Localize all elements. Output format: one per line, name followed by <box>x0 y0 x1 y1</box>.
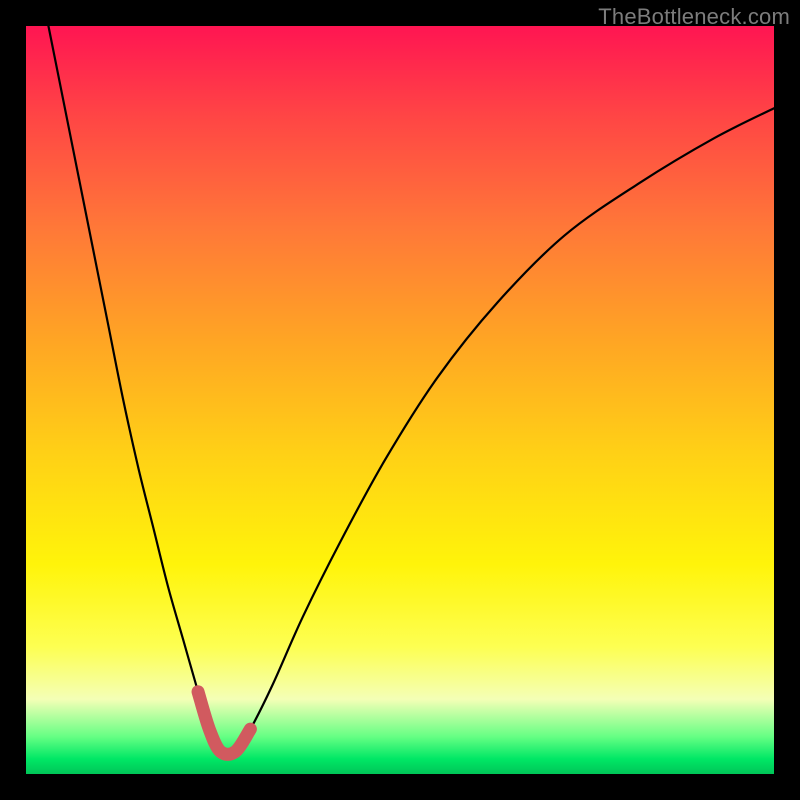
bottleneck-minimum-highlight <box>198 692 250 755</box>
bottleneck-curve <box>48 26 774 754</box>
curve-overlay <box>0 0 800 800</box>
